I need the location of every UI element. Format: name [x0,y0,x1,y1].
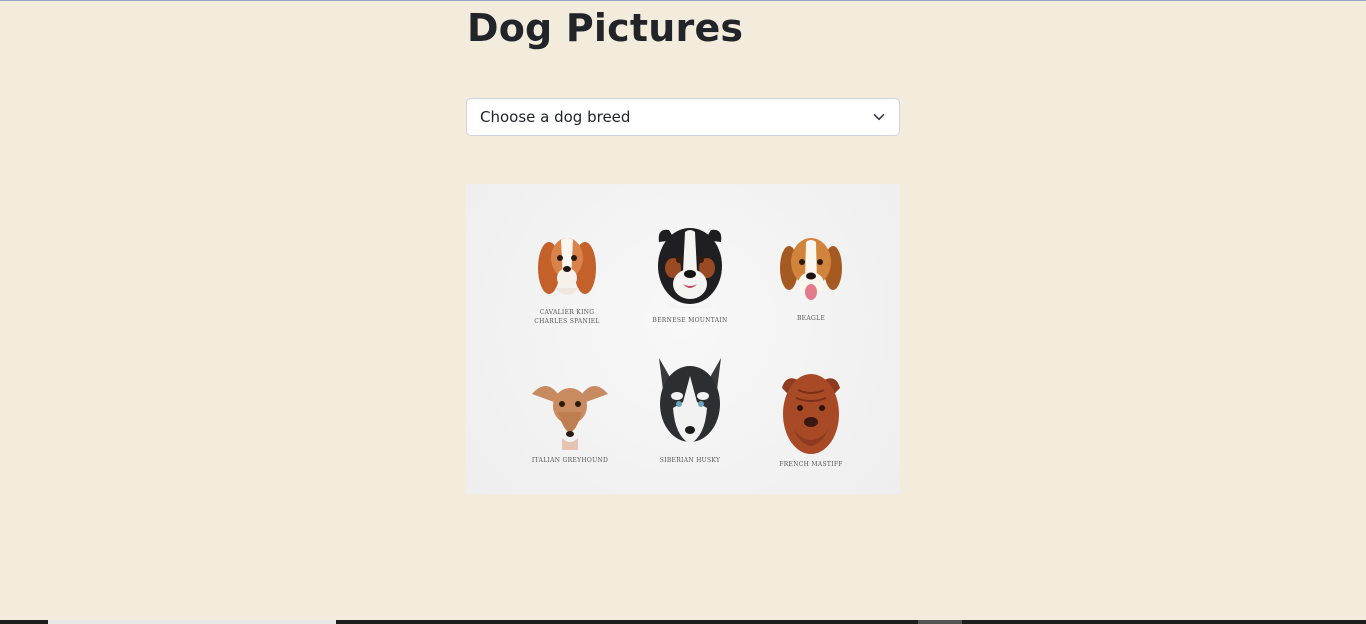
dog-caption: BERNESE MOUNTAIN [652,317,728,324]
dog-beagle: BEAGLE [778,232,844,323]
cavalier-dog-icon [538,238,596,295]
husky-dog-icon [659,358,721,444]
dog-bernese: BERNESE MOUNTAIN [652,222,728,325]
chevron-down-icon [873,114,885,121]
dog-husky: SIBERIAN HUSKY [652,356,728,465]
dog-mastiff: FRENCH MASTIFF [778,370,844,469]
greyhound-dog-icon [532,386,608,450]
mastiff-dog-icon [782,374,840,454]
dog-caption: CAVALIER KING CHARLES SPANIEL [534,309,600,325]
dog-cavalier: CAVALIER KING CHARLES SPANIEL [532,228,602,326]
dog-greyhound: ITALIAN GREYHOUND [528,376,612,465]
taskbar-item[interactable] [918,620,962,624]
dog-caption: SIBERIAN HUSKY [659,457,721,464]
dog-breeds-image: CAVALIER KING CHARLES SPANIEL BERNESE MO… [466,184,900,494]
page-title: Dog Pictures [467,6,744,50]
taskbar-active-item[interactable] [48,620,336,624]
breed-select[interactable]: Choose a dog breed [466,98,900,136]
window-top-border [0,0,1366,1]
dog-caption: ITALIAN GREYHOUND [531,457,609,464]
breed-select-value: Choose a dog breed [480,108,631,126]
dog-caption: FRENCH MASTIFF [779,461,843,468]
beagle-dog-icon [780,238,842,300]
dog-caption: BEAGLE [796,315,826,322]
bernese-dog-icon [658,228,722,308]
